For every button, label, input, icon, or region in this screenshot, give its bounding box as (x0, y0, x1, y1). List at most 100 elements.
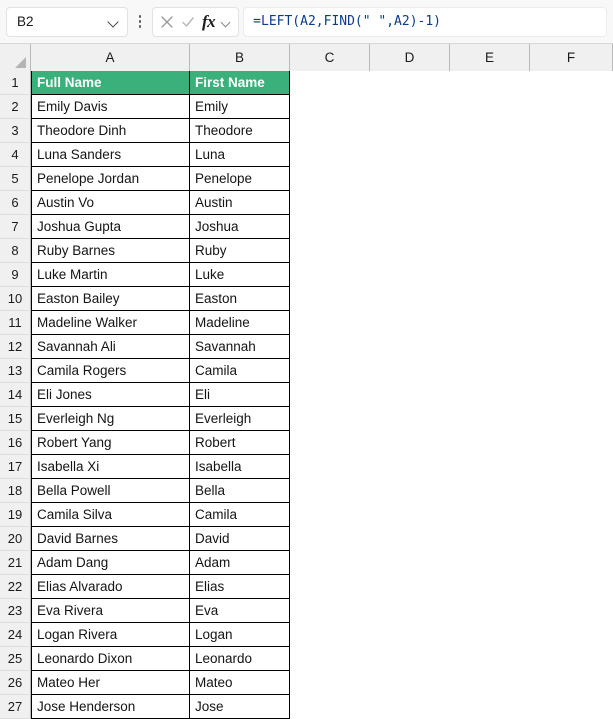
column-header-e[interactable]: E (450, 44, 530, 71)
empty-cells-region[interactable] (290, 527, 613, 551)
row-header-21[interactable]: 21 (0, 551, 31, 575)
empty-cells-region[interactable] (290, 287, 613, 311)
empty-cells-region[interactable] (290, 455, 613, 479)
cell-a27[interactable]: Jose Henderson (31, 695, 190, 719)
more-options-icon[interactable] (132, 7, 148, 37)
cell-a14[interactable]: Eli Jones (31, 383, 190, 407)
row-header-9[interactable]: 9 (0, 263, 31, 287)
empty-cells-region[interactable] (290, 167, 613, 191)
cell-a12[interactable]: Savannah Ali (31, 335, 190, 359)
cell-b1[interactable]: First Name (190, 71, 290, 95)
row-header-16[interactable]: 16 (0, 431, 31, 455)
empty-cells-region[interactable] (290, 623, 613, 647)
cell-b21[interactable]: Adam (190, 551, 290, 575)
cell-a9[interactable]: Luke Martin (31, 263, 190, 287)
column-header-d[interactable]: D (370, 44, 450, 71)
cell-b26[interactable]: Mateo (190, 671, 290, 695)
empty-cells-region[interactable] (290, 575, 613, 599)
empty-cells-region[interactable] (290, 263, 613, 287)
empty-cells-region[interactable] (290, 383, 613, 407)
empty-cells-region[interactable] (290, 119, 613, 143)
empty-cells-region[interactable] (290, 95, 613, 119)
cell-a21[interactable]: Adam Dang (31, 551, 190, 575)
row-header-11[interactable]: 11 (0, 311, 31, 335)
cell-a10[interactable]: Easton Bailey (31, 287, 190, 311)
cell-a8[interactable]: Ruby Barnes (31, 239, 190, 263)
row-header-13[interactable]: 13 (0, 359, 31, 383)
empty-cells-region[interactable] (290, 431, 613, 455)
row-header-2[interactable]: 2 (0, 95, 31, 119)
row-header-7[interactable]: 7 (0, 215, 31, 239)
confirm-check-icon[interactable] (181, 15, 195, 29)
cell-a19[interactable]: Camila Silva (31, 503, 190, 527)
empty-cells-region[interactable] (290, 359, 613, 383)
row-header-14[interactable]: 14 (0, 383, 31, 407)
name-box[interactable]: B2 (6, 6, 128, 37)
row-header-6[interactable]: 6 (0, 191, 31, 215)
select-all-button[interactable] (0, 44, 31, 71)
empty-cells-region[interactable] (290, 503, 613, 527)
empty-cells-region[interactable] (290, 143, 613, 167)
chevron-down-icon[interactable] (222, 19, 231, 25)
row-header-22[interactable]: 22 (0, 575, 31, 599)
cell-b7[interactable]: Joshua (190, 215, 290, 239)
cell-a25[interactable]: Leonardo Dixon (31, 647, 190, 671)
cell-a3[interactable]: Theodore Dinh (31, 119, 190, 143)
row-header-4[interactable]: 4 (0, 143, 31, 167)
cell-b15[interactable]: Everleigh (190, 407, 290, 431)
cell-a2[interactable]: Emily Davis (31, 95, 190, 119)
empty-cells-region[interactable] (290, 479, 613, 503)
empty-cells-region[interactable] (290, 71, 613, 95)
cell-b10[interactable]: Easton (190, 287, 290, 311)
column-header-f[interactable]: F (530, 44, 613, 71)
cell-a24[interactable]: Logan Rivera (31, 623, 190, 647)
cell-b19[interactable]: Camila (190, 503, 290, 527)
row-header-5[interactable]: 5 (0, 167, 31, 191)
cell-b17[interactable]: Isabella (190, 455, 290, 479)
empty-cells-region[interactable] (290, 599, 613, 623)
column-header-b[interactable]: B (190, 44, 290, 71)
cell-b12[interactable]: Savannah (190, 335, 290, 359)
cell-b18[interactable]: Bella (190, 479, 290, 503)
cell-b5[interactable]: Penelope (190, 167, 290, 191)
cell-b6[interactable]: Austin (190, 191, 290, 215)
row-header-20[interactable]: 20 (0, 527, 31, 551)
empty-cells-region[interactable] (290, 335, 613, 359)
column-header-a[interactable]: A (31, 44, 190, 71)
row-header-12[interactable]: 12 (0, 335, 31, 359)
formula-input[interactable]: =LEFT(A2,FIND(" ",A2)-1) (243, 6, 607, 37)
cell-a1[interactable]: Full Name (31, 71, 190, 95)
cell-a23[interactable]: Eva Rivera (31, 599, 190, 623)
empty-cells-region[interactable] (290, 191, 613, 215)
cell-a13[interactable]: Camila Rogers (31, 359, 190, 383)
cell-a4[interactable]: Luna Sanders (31, 143, 190, 167)
row-header-15[interactable]: 15 (0, 407, 31, 431)
row-header-17[interactable]: 17 (0, 455, 31, 479)
row-header-25[interactable]: 25 (0, 647, 31, 671)
cancel-x-icon[interactable] (160, 15, 174, 29)
chevron-down-icon[interactable] (108, 18, 119, 25)
cell-a6[interactable]: Austin Vo (31, 191, 190, 215)
row-header-1[interactable]: 1 (0, 71, 31, 95)
row-header-10[interactable]: 10 (0, 287, 31, 311)
row-header-23[interactable]: 23 (0, 599, 31, 623)
cell-b16[interactable]: Robert (190, 431, 290, 455)
empty-cells-region[interactable] (290, 407, 613, 431)
cell-a15[interactable]: Everleigh Ng (31, 407, 190, 431)
cell-a7[interactable]: Joshua Gupta (31, 215, 190, 239)
row-header-3[interactable]: 3 (0, 119, 31, 143)
cell-b9[interactable]: Luke (190, 263, 290, 287)
cell-a26[interactable]: Mateo Her (31, 671, 190, 695)
cell-a5[interactable]: Penelope Jordan (31, 167, 190, 191)
cell-b27[interactable]: Jose (190, 695, 290, 719)
cell-a17[interactable]: Isabella Xi (31, 455, 190, 479)
row-header-26[interactable]: 26 (0, 671, 31, 695)
cell-b14[interactable]: Eli (190, 383, 290, 407)
empty-cells-region[interactable] (290, 551, 613, 575)
row-header-8[interactable]: 8 (0, 239, 31, 263)
cell-a11[interactable]: Madeline Walker (31, 311, 190, 335)
cell-b8[interactable]: Ruby (190, 239, 290, 263)
cell-a16[interactable]: Robert Yang (31, 431, 190, 455)
row-header-19[interactable]: 19 (0, 503, 31, 527)
row-header-24[interactable]: 24 (0, 623, 31, 647)
